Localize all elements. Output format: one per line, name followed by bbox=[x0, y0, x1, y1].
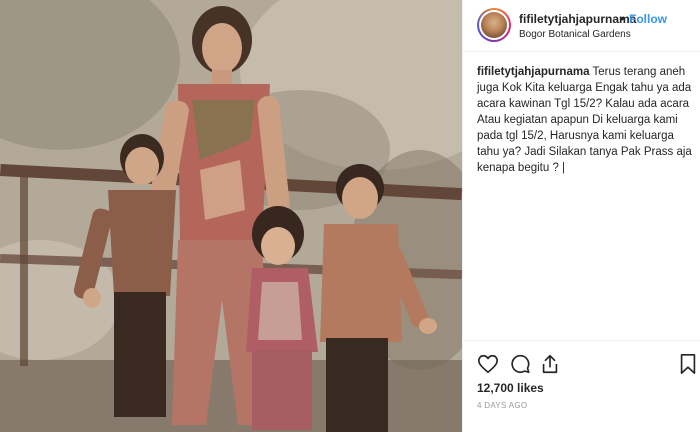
likes-count[interactable]: 12,700 likes bbox=[477, 381, 544, 395]
comment-icon[interactable] bbox=[509, 353, 531, 375]
post-timestamp[interactable]: 4 DAYS AGO bbox=[477, 401, 527, 410]
separator-dot: • bbox=[620, 12, 625, 26]
post-header: fifiletytjahjapurnama • Follow Bogor Bot… bbox=[463, 0, 700, 52]
post-sidebar: fifiletytjahjapurnama • Follow Bogor Bot… bbox=[462, 0, 700, 432]
post-photo[interactable] bbox=[0, 0, 462, 432]
follow-button[interactable]: Follow bbox=[629, 12, 667, 26]
family-photo-image bbox=[0, 0, 462, 432]
caption-username[interactable]: fifiletytjahjapurnama bbox=[477, 66, 589, 78]
post-caption: fifiletytjahjapurnama Terus terang aneh j… bbox=[477, 64, 699, 176]
username-link[interactable]: fifiletytjahjapurnama bbox=[519, 12, 636, 26]
avatar-image bbox=[481, 12, 507, 38]
heart-icon[interactable] bbox=[477, 353, 499, 375]
avatar[interactable] bbox=[477, 8, 511, 42]
share-icon[interactable] bbox=[539, 353, 561, 375]
post-actions: 12,700 likes 4 DAYS AGO bbox=[463, 340, 700, 432]
location-link[interactable]: Bogor Botanical Gardens bbox=[519, 29, 631, 40]
bookmark-icon[interactable] bbox=[677, 353, 699, 375]
caption-text: Terus terang aneh juga Kok Kita keluarga… bbox=[477, 66, 692, 174]
avatar-frame bbox=[479, 10, 509, 40]
